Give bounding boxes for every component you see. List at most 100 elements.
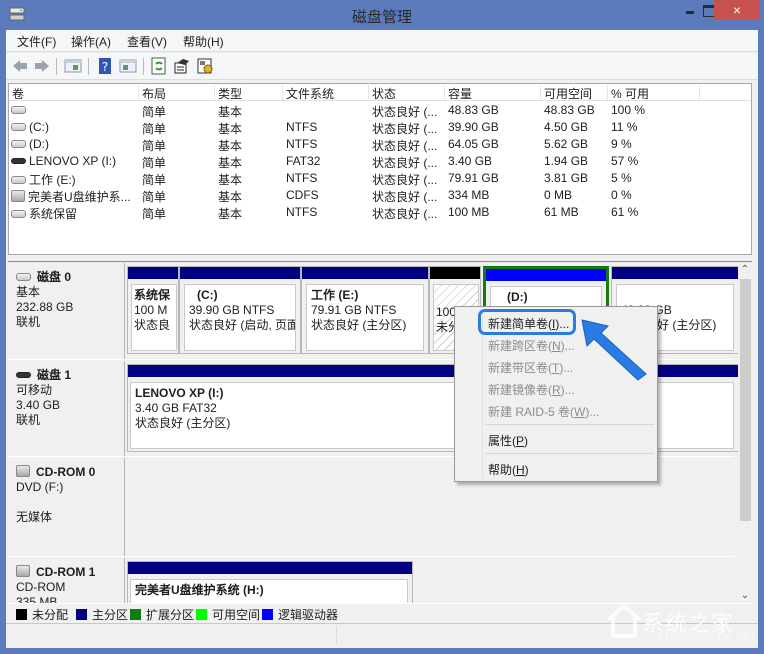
volume-type-cell: 基本	[218, 207, 243, 221]
disk-type: 可移动	[16, 383, 53, 397]
volume-pct-cell: 61 %	[611, 205, 639, 219]
volume-capacity-cell: 3.40 GB	[448, 154, 493, 168]
disk-status: 无媒体	[16, 510, 53, 524]
primary-partition-bar	[302, 267, 428, 279]
menu-item-properties[interactable]: 属性(P)	[488, 432, 528, 449]
partition-status: 状态良好 (启动, 页面	[189, 318, 296, 332]
volume-capacity-cell: 48.83 GB	[448, 103, 499, 117]
volume-capacity-cell: 334 MB	[448, 188, 490, 202]
menu-item-new-striped-volume[interactable]: 新建带区卷(T)...	[488, 359, 573, 376]
volume-name: (D:)	[29, 137, 49, 151]
removable-disk-icon	[11, 157, 26, 164]
volume-layout-cell: 简单	[142, 122, 167, 136]
column-header-capacity[interactable]: 容量	[445, 85, 541, 101]
scroll-up-icon[interactable]: ⌃	[738, 263, 752, 277]
close-button[interactable]: ×	[714, 0, 760, 20]
volume-name: (C:)	[29, 120, 49, 134]
partition-system-reserved[interactable]: 系统保 100 M 状态良	[127, 266, 179, 354]
volume-fs-cell: NTFS	[286, 120, 318, 134]
annotation-highlight-box	[478, 309, 576, 335]
volume-name-cell: (D:)	[11, 137, 49, 151]
menu-file[interactable]: 文件(F)	[17, 33, 56, 50]
volume-type-cell: 基本	[218, 105, 243, 119]
cdrom-1-label[interactable]: CD-ROM 1 CD-ROM 335 MB	[8, 558, 125, 608]
partition-name: 完美者U盘维护系统 (H:)	[135, 583, 264, 597]
menu-item-new-spanned-volume[interactable]: 新建跨区卷(N)...	[488, 337, 575, 354]
menu-item-help[interactable]: 帮助(H)	[488, 461, 529, 478]
back-icon[interactable]	[11, 57, 29, 75]
refresh-icon[interactable]	[150, 57, 168, 75]
watermark-subtext: XITONGZHIJIA.NET	[658, 632, 757, 642]
legend-label: 扩展分区	[146, 608, 195, 622]
column-header-layout[interactable]: 布局	[139, 85, 215, 101]
partition-name: (D:)	[507, 290, 528, 304]
volume-name-cell	[11, 103, 29, 117]
volume-pct-cell: 0 %	[611, 188, 632, 202]
menu-item-new-mirrored-volume[interactable]: 新建镜像卷(R)...	[488, 381, 575, 398]
volume-row[interactable]: 工作 (E:) 简单 基本 NTFS 状态良好 (... 79.91 GB 3.81 GB 5…	[9, 170, 751, 187]
partition-h[interactable]: 完美者U盘维护系统 (H:)	[127, 561, 413, 608]
hard-disk-icon	[16, 272, 31, 281]
volume-free-cell: 4.50 GB	[544, 120, 589, 134]
volume-name-cell: 系统保留	[11, 205, 77, 222]
properties-icon[interactable]	[196, 57, 214, 75]
legend-item: 未分配	[16, 606, 68, 623]
legend-item: 主分区	[76, 606, 128, 623]
disk-1-label[interactable]: 磁盘 1 可移动 3.40 GB 联机	[8, 361, 125, 456]
column-header-filesystem[interactable]: 文件系统	[283, 85, 369, 101]
volume-free-cell: 61 MB	[544, 205, 579, 219]
volume-row[interactable]: 系统保留 简单 基本 NTFS 状态良好 (... 100 MB 61 MB 61 %	[9, 204, 751, 221]
volume-layout-cell: 简单	[142, 173, 167, 187]
volume-fs-cell: NTFS	[286, 137, 318, 151]
volume-row[interactable]: 完美者U盘维护系... 简单 基本 CDFS 状态良好 (... 334 MB 0 MB 0 …	[9, 187, 751, 204]
hard-disk-icon	[11, 105, 26, 114]
menu-help[interactable]: 帮助(H)	[183, 33, 224, 50]
primary-partition-bar	[180, 267, 300, 279]
hard-disk-icon	[11, 175, 26, 184]
partition-size: 79.91 GB NTFS	[311, 303, 397, 317]
volume-row[interactable]: 简单 基本 状态良好 (... 48.83 GB 48.83 GB 100 %	[9, 102, 751, 119]
disk-name: 磁盘 1	[37, 368, 72, 382]
disk-0-label[interactable]: 磁盘 0 基本 232.88 GB 联机	[8, 263, 125, 359]
volume-type-cell: 基本	[218, 173, 243, 187]
volume-type-cell: 基本	[218, 139, 243, 153]
column-header-percent-free[interactable]: % 可用	[608, 85, 700, 101]
volume-row[interactable]: (C:) 简单 基本 NTFS 状态良好 (... 39.90 GB 4.50 GB 11 %	[9, 119, 751, 136]
forward-icon[interactable]	[33, 57, 51, 75]
column-header-free-space[interactable]: 可用空间	[541, 85, 608, 101]
volume-name-cell: (C:)	[11, 120, 49, 134]
show-hide-action-pane-icon[interactable]	[119, 57, 137, 75]
rescan-disks-icon[interactable]	[173, 57, 191, 75]
column-header-volume[interactable]: 卷	[9, 85, 139, 101]
logical-drive-bar	[486, 269, 606, 281]
volume-status-cell: 状态良好 (...	[372, 105, 438, 119]
volume-fs-cell: CDFS	[286, 188, 319, 202]
scrollbar-thumb[interactable]	[740, 279, 751, 521]
legend-swatch	[76, 609, 87, 620]
partition-name: 系统保	[134, 288, 171, 302]
disk-type: 基本	[16, 285, 41, 299]
menu-item-new-raid5-volume[interactable]: 新建 RAID-5 卷(W)...	[488, 403, 599, 420]
show-hide-console-tree-icon[interactable]	[64, 57, 82, 75]
volume-type-cell: 基本	[218, 156, 243, 170]
disk-map-scrollbar[interactable]: ⌃ ⌄	[738, 263, 752, 603]
help-icon[interactable]: ?	[96, 57, 114, 75]
column-header-type[interactable]: 类型	[215, 85, 283, 101]
menu-action[interactable]: 操作(A)	[71, 33, 111, 50]
partition-c[interactable]: (C:) 39.90 GB NTFS 状态良好 (启动, 页面	[179, 266, 301, 354]
cdrom-0-label[interactable]: CD-ROM 0 DVD (F:) 无媒体	[8, 458, 125, 556]
column-header-status[interactable]: 状态	[369, 85, 445, 101]
pane-splitter[interactable]	[8, 256, 752, 262]
volume-row[interactable]: (D:) 简单 基本 NTFS 状态良好 (... 64.05 GB 5.62 GB 9 %	[9, 136, 751, 153]
cdrom-drive-icon	[16, 564, 30, 577]
volume-status-cell: 状态良好 (...	[372, 139, 438, 153]
partition-status: 状态良好 (主分区)	[311, 318, 407, 332]
volume-row[interactable]: LENOVO XP (I:) 简单 基本 FAT32 状态良好 (... 3.40 GB 1…	[9, 153, 751, 170]
title-bar[interactable]: 磁盘管理 ×	[0, 0, 764, 30]
volume-fs-cell: NTFS	[286, 205, 318, 219]
volume-list: 卷 布局 类型 文件系统 状态 容量 可用空间 % 可用 简单 基本 状态良好 (.…	[8, 83, 752, 255]
volume-pct-cell: 5 %	[611, 171, 632, 185]
partition-e[interactable]: 工作 (E:) 79.91 GB NTFS 状态良好 (主分区)	[301, 266, 429, 354]
toolbar-separator	[88, 58, 89, 75]
menu-view[interactable]: 查看(V)	[127, 33, 167, 50]
